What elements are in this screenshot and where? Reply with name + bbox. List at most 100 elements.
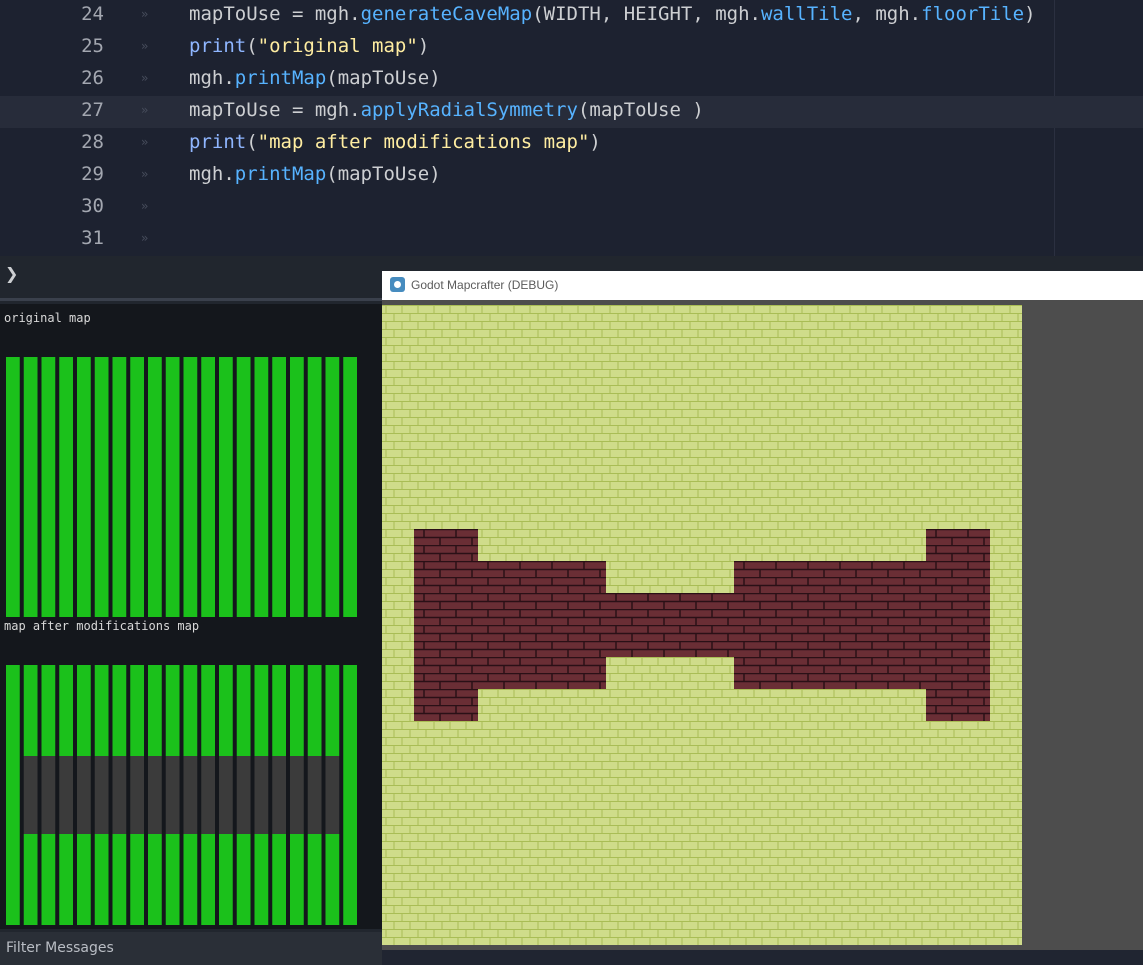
map-cell-wall <box>23 756 38 769</box>
map-cell-floor <box>130 678 144 691</box>
floor-tile <box>510 817 542 849</box>
map-cell-floor <box>290 912 304 925</box>
map-cell-floor <box>325 717 340 730</box>
map-cell-floor <box>307 565 322 578</box>
map-cell-floor <box>148 717 162 730</box>
floor-tile <box>382 305 414 337</box>
code-line[interactable]: 26 » mgh.printMap(mapToUse) <box>0 64 1143 96</box>
map-cell-floor <box>254 357 269 370</box>
map-cell-floor <box>254 539 269 552</box>
floor-tile <box>414 913 446 945</box>
floor-tile <box>830 817 862 849</box>
floor-tile <box>670 657 702 689</box>
map-cell-floor <box>183 526 198 539</box>
wall-tile <box>798 593 830 625</box>
map-cell-floor <box>148 565 162 578</box>
map-cell-floor <box>290 834 304 847</box>
wall-tile <box>702 625 734 657</box>
map-cell-floor <box>307 860 322 873</box>
map-cell-floor <box>343 743 357 756</box>
floor-tile <box>990 465 1022 497</box>
map-cell-floor <box>290 860 304 873</box>
map-cell-floor <box>77 513 91 526</box>
floor-tile <box>862 721 894 753</box>
floor-tile <box>798 881 830 913</box>
map-cell-floor <box>6 487 20 500</box>
filter-messages-field[interactable]: Filter Messages <box>0 932 382 965</box>
code-line[interactable]: 29 » mgh.printMap(mapToUse) <box>0 160 1143 192</box>
tilemap[interactable] <box>382 305 1022 945</box>
map-cell-floor <box>41 526 56 539</box>
floor-tile <box>990 689 1022 721</box>
map-cell-floor <box>201 500 215 513</box>
code-line[interactable]: 30 » <box>0 192 1143 224</box>
floor-tile <box>734 369 766 401</box>
floor-tile <box>830 497 862 529</box>
map-cell-floor <box>77 422 91 435</box>
floor-tile <box>670 529 702 561</box>
game-window[interactable]: Godot Mapcrafter (DEBUG) <box>382 271 1143 965</box>
map-cell-floor <box>290 743 304 756</box>
wall-tile <box>766 657 798 689</box>
game-viewport-area[interactable] <box>382 300 1143 965</box>
code-line[interactable]: 25 » print("original map") <box>0 32 1143 64</box>
map-cell-floor <box>6 847 20 860</box>
code-line[interactable]: 31 » <box>0 224 1143 256</box>
floor-tile <box>702 753 734 785</box>
floor-tile <box>830 689 862 721</box>
floor-tile <box>478 497 510 529</box>
floor-tile <box>958 305 990 337</box>
code-line[interactable]: 24 » mapToUse = mgh.generateCaveMap(WIDTH,… <box>0 0 1143 32</box>
map-cell-floor <box>236 591 251 604</box>
panel-separator[interactable] <box>0 298 382 301</box>
map-cell-floor <box>23 717 38 730</box>
floor-tile <box>958 497 990 529</box>
floor-tile <box>638 561 670 593</box>
floor-tile <box>446 785 478 817</box>
map-cell-floor <box>6 769 20 782</box>
map-cell-floor <box>325 552 340 565</box>
floor-tile <box>510 529 542 561</box>
map-cell-wall <box>59 782 73 795</box>
code-line[interactable]: 27 » mapToUse = mgh.applyRadialSymmetry(ma… <box>0 96 1143 128</box>
floor-tile <box>734 433 766 465</box>
floor-tile <box>734 817 766 849</box>
floor-tile <box>702 337 734 369</box>
map-cell-floor <box>219 409 233 422</box>
map-cell-floor <box>23 357 38 370</box>
map-cell-wall <box>59 795 73 808</box>
floor-tile <box>638 817 670 849</box>
map-cell-floor <box>272 665 286 678</box>
prompt-chevron-icon[interactable]: ❯ <box>5 264 18 283</box>
floor-tile <box>958 433 990 465</box>
map-cell-floor <box>94 409 109 422</box>
code-token: ) <box>417 35 430 57</box>
map-cell-floor <box>272 357 286 370</box>
floor-tile <box>798 465 830 497</box>
map-cell-floor <box>272 847 286 860</box>
code-editor[interactable]: 24» mapToUse = mgh.generateCaveMap(WIDTH,… <box>0 0 1143 256</box>
map-cell-floor <box>307 743 322 756</box>
output-log[interactable]: original map map after modifications map <box>0 304 382 929</box>
map-cell-floor <box>290 704 304 717</box>
map-cell-floor <box>307 730 322 743</box>
floor-tile <box>926 401 958 433</box>
floor-tile <box>574 497 606 529</box>
map-cell-floor <box>59 912 73 925</box>
map-cell-floor <box>219 487 233 500</box>
map-cell-floor <box>112 704 127 717</box>
floor-tile <box>478 465 510 497</box>
floor-tile <box>798 849 830 881</box>
code-token: mapToUse = mgh. <box>189 99 361 121</box>
code-line[interactable]: 28 » print("map after modifications map") <box>0 128 1143 160</box>
floor-tile <box>478 401 510 433</box>
floor-tile <box>606 561 638 593</box>
floor-tile <box>478 305 510 337</box>
floor-tile <box>702 401 734 433</box>
map-cell-wall <box>77 782 91 795</box>
map-cell-floor <box>343 730 357 743</box>
game-window-titlebar[interactable]: Godot Mapcrafter (DEBUG) <box>382 271 1143 300</box>
map-cell-floor <box>236 730 251 743</box>
floor-tile <box>542 785 574 817</box>
map-cell-floor <box>325 526 340 539</box>
